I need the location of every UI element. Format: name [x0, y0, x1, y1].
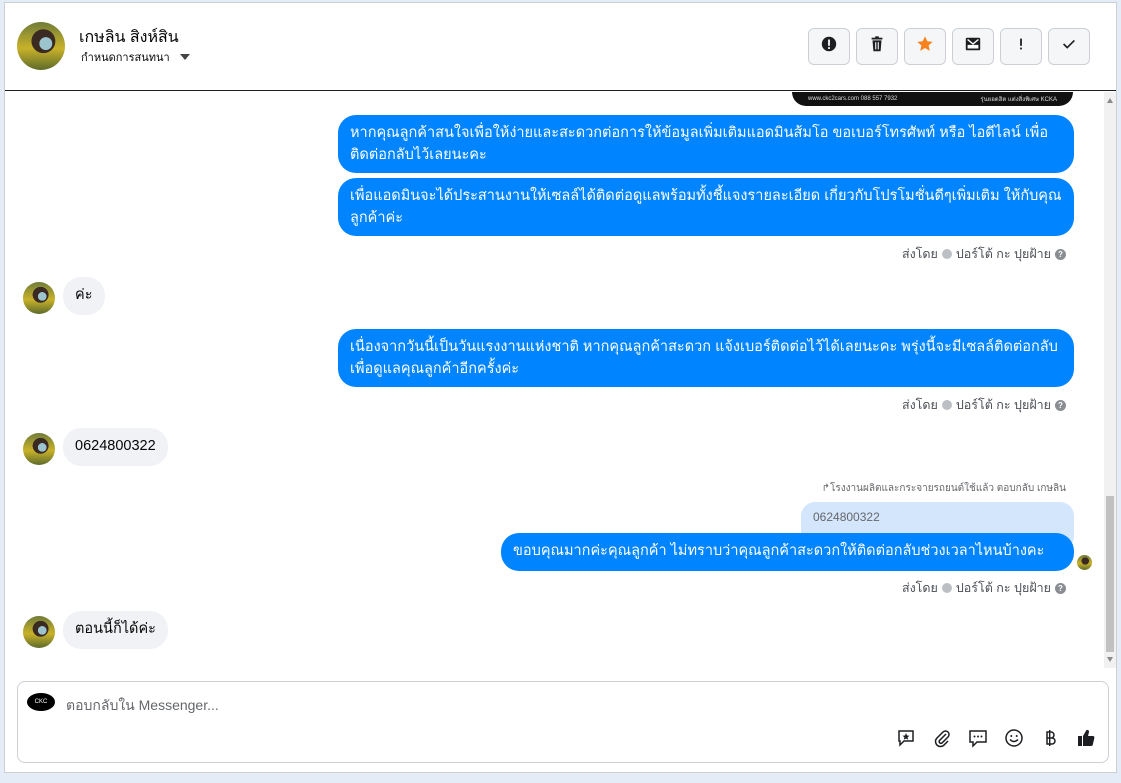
page-avatar: CKC [27, 693, 55, 711]
read-receipt-avatar [1077, 555, 1092, 570]
baht-icon [1040, 728, 1060, 753]
message-incoming[interactable]: ตอนนี้ก็ได้ค่ะ [63, 611, 168, 649]
emoji-button[interactable] [1002, 728, 1026, 752]
sent-by-label: ส่งโดย ปอร์โต้ กะ ปุยฝ้าย ? [902, 244, 1066, 264]
message-outgoing[interactable]: เนื่องจากวันนี้เป็นวันแรงงานแห่งชาติ หาก… [338, 329, 1074, 387]
saved-reply-icon [896, 728, 916, 753]
message-outgoing[interactable]: ขอบคุณมากค่ะคุณลูกค้า ไม่ทราบว่าคุณลูกค้… [501, 533, 1074, 571]
sender-avatar [941, 249, 952, 259]
assign-conversation-dropdown[interactable]: กำหนดการสนทนา [81, 48, 190, 66]
thread-scrollbar[interactable] [1104, 92, 1116, 668]
image-attachment[interactable]: www.ckc2cars.com 088 557 7932 รุ่นยอดฮิต… [792, 92, 1073, 106]
attach-icon [932, 728, 952, 753]
help-icon[interactable]: ? [1055, 248, 1066, 260]
sent-by-label: ส่งโดย ปอร์โต้ กะ ปุยฝ้าย ? [902, 578, 1066, 598]
sent-by-prefix: ส่งโดย [901, 398, 938, 412]
delete-button[interactable] [856, 28, 898, 65]
message-outgoing[interactable]: เพื่อแอดมินจะได้ประสานงานให้เซลล์ได้ติดต… [338, 178, 1074, 236]
reply-context: ↱โรงงานผลิตและกระจายรถยนต์ใช้แล้ว ตอบกลั… [821, 483, 1066, 494]
message-incoming[interactable]: 0624800322 [63, 428, 168, 466]
check-icon [1060, 35, 1078, 58]
reply-composer[interactable]: CKC ตอบกลับใน Messenger... [17, 681, 1109, 763]
attach-button[interactable] [930, 728, 954, 752]
assign-label: กำหนดการสนทนา [81, 52, 170, 64]
sender-avatar [941, 583, 952, 593]
scroll-down-arrow[interactable] [1107, 657, 1113, 662]
contact-avatar-small[interactable] [23, 616, 55, 648]
banner-text-right: รุ่นยอดฮิต แต่งสิ่งพิเศษ KCKA [980, 97, 1057, 103]
mark-unread-button[interactable] [952, 28, 994, 65]
saved-reply-button[interactable] [894, 728, 918, 752]
mark-done-button[interactable] [1048, 28, 1090, 65]
reply-input[interactable]: ตอบกลับใน Messenger... [66, 695, 219, 717]
payment-button[interactable] [1038, 728, 1062, 752]
scroll-up-arrow[interactable] [1107, 98, 1113, 103]
mark-unread-icon [964, 35, 982, 58]
banner-text: www.ckc2cars.com 088 557 7932 [808, 96, 898, 102]
scrollbar-thumb[interactable] [1106, 496, 1114, 652]
sender-avatar [941, 400, 952, 410]
message-template-button[interactable] [966, 728, 990, 752]
star-button[interactable] [904, 28, 946, 65]
trash-icon [868, 35, 886, 58]
star-icon [916, 35, 934, 58]
caret-down-icon [179, 54, 190, 60]
help-icon[interactable]: ? [1055, 399, 1066, 411]
alert-circle-icon [820, 35, 838, 58]
message-outgoing[interactable]: หากคุณลูกค้าสนใจเพื่อให้ง่ายและสะดวกต่อก… [338, 115, 1074, 173]
sender-name: ปอร์โต้ กะ ปุยฝ้าย [955, 247, 1051, 261]
spam-button[interactable] [808, 28, 850, 65]
sender-name: ปอร์โต้ กะ ปุยฝ้าย [955, 581, 1051, 595]
contact-avatar[interactable] [17, 22, 65, 70]
like-icon [1076, 728, 1096, 753]
emoji-icon [1004, 728, 1024, 753]
sent-by-prefix: ส่งโดย [901, 247, 938, 261]
message-thread: www.ckc2cars.com 088 557 7932 รุ่นยอดฮิต… [5, 92, 1104, 668]
contact-avatar-small[interactable] [23, 282, 55, 314]
conversation-header: เกษลิน สิงห์สิน กำหนดการสนทนา [5, 3, 1116, 91]
contact-name[interactable]: เกษลิน สิงห์สิน [79, 25, 179, 50]
message-icon [968, 728, 988, 753]
sent-by-label: ส่งโดย ปอร์โต้ กะ ปุยฝ้าย ? [902, 395, 1066, 415]
exclamation-icon [1012, 35, 1030, 58]
like-button[interactable] [1074, 728, 1098, 752]
follow-up-button[interactable] [1000, 28, 1042, 65]
help-icon[interactable]: ? [1055, 582, 1066, 594]
sender-name: ปอร์โต้ กะ ปุยฝ้าย [955, 398, 1051, 412]
message-incoming[interactable]: ค่ะ [63, 277, 105, 315]
contact-avatar-small[interactable] [23, 433, 55, 465]
conversation-panel: เกษลิน สิงห์สิน กำหนดการสนทนา www.ckc2ca… [4, 2, 1117, 773]
sent-by-prefix: ส่งโดย [901, 581, 938, 595]
